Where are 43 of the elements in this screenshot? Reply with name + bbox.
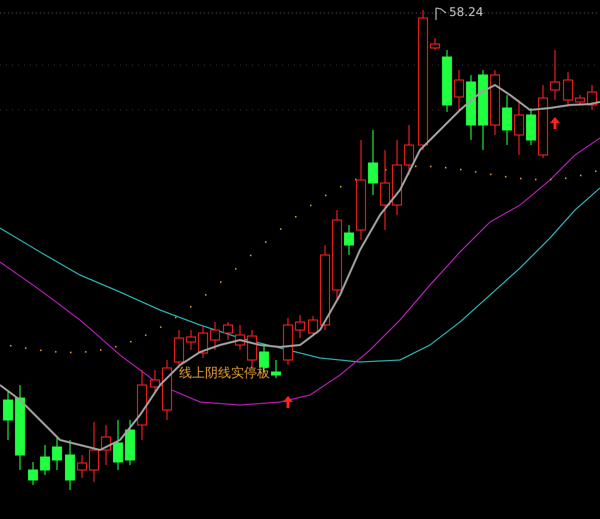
candlestick [563,72,573,106]
candlestick [514,100,524,156]
candlestick [101,424,111,466]
candlestick [137,370,147,440]
candlestick [587,84,597,110]
candlestick [430,38,440,50]
signal-text: 线上阴线实停板 [179,365,270,382]
candlestick [550,50,560,100]
candlestick [3,390,13,440]
candlestick [198,324,208,358]
arrow-up-icon [550,117,560,129]
candlestick [308,316,318,336]
candlestick [454,70,464,110]
candlestick [502,94,512,146]
candlestick [490,70,500,136]
candlestick [89,422,99,482]
candlestick [210,322,220,350]
candlestick [223,322,233,340]
candlestick [52,438,62,470]
candlestick [40,444,50,476]
peak-price-label: 58.24 [449,5,484,19]
candlestick [113,420,123,470]
candlestick [247,330,257,368]
candlestick [28,462,38,486]
candlestick [466,74,476,140]
arrow-up-icon [283,396,293,408]
candlestick [575,94,585,106]
candlestick [271,360,281,378]
candlestick [186,330,196,350]
candlestick [295,314,305,338]
candlestick [150,370,160,392]
candlestick [77,454,87,478]
candlestick [162,360,172,420]
flag-icon [436,8,446,20]
candlestick [65,440,75,490]
candlestick [283,318,293,366]
candlestick [125,420,135,466]
candlestick [442,50,452,112]
candlestick [344,224,354,256]
candlestick [235,324,245,350]
candlestick [526,108,536,146]
candlestick [404,124,414,176]
candlestick [368,130,378,196]
